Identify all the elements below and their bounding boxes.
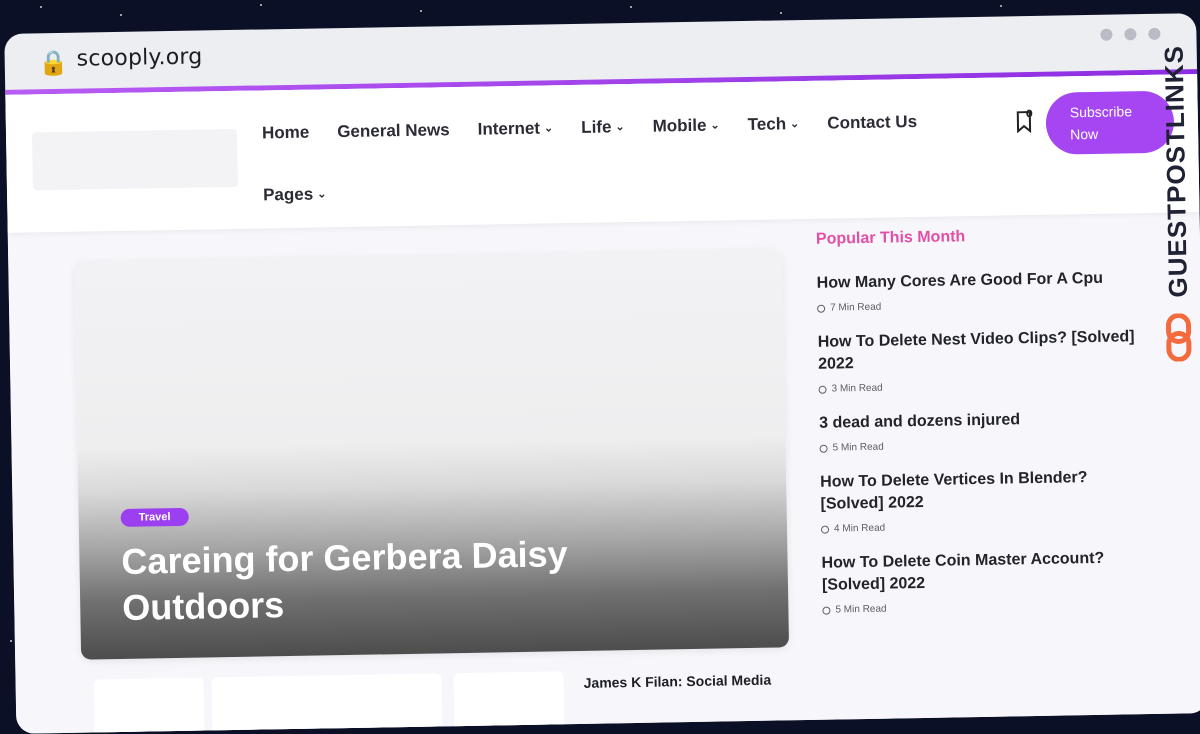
list-item[interactable]: How Many Cores Are Good For A Cpu 7 Min … [817,267,1148,314]
list-item[interactable]: How To Delete Nest Video Clips? [Solved]… [818,326,1149,395]
nav-item-tech[interactable]: Tech ⌄ [748,114,800,135]
read-time: 3 Min Read [818,378,1148,395]
subscribe-button[interactable]: Subscribe Now [1045,90,1175,155]
site-header: Home General News Internet ⌄ Life ⌄ Mobile… [5,74,1200,233]
featured-post[interactable]: Travel Careing for Gerbera Daisy Outdoor… [74,249,790,660]
clock-icon [822,606,831,615]
lock-icon: 🔒 [38,48,69,78]
popular-post-title[interactable]: How To Delete Vertices In Blender? [Solv… [820,466,1151,516]
guestpostlinks-watermark: GUESTPOSTLINKS [1159,45,1194,367]
window-dot-icon[interactable] [1148,27,1161,40]
read-time: 7 Min Read [817,297,1147,314]
popular-post-title[interactable]: 3 dead and dozens injured [819,407,1149,435]
subscribe-label-line1: Subscribe [1069,103,1133,121]
browser-window: 🔒 scooply.org Home General News Internet… [0,0,1200,734]
nav-item-pages[interactable]: Pages ⌄ [263,184,327,205]
window-dot-icon[interactable] [1124,28,1137,41]
chevron-down-icon: ⌄ [790,118,800,131]
card-thumbnail[interactable] [93,677,205,734]
clock-icon [819,444,828,453]
popular-post-title[interactable]: How To Delete Coin Master Account? [Solv… [821,547,1152,597]
main-navigation: Home General News Internet ⌄ Life ⌄ Mobile… [261,90,993,227]
category-tag[interactable]: Travel [120,507,189,527]
web-page: Home General News Internet ⌄ Life ⌄ Mobile… [5,74,1200,734]
nav-item-home[interactable]: Home [262,123,310,144]
list-item[interactable]: How To Delete Coin Master Account? [Solv… [821,547,1152,616]
subscribe-label-line2: Now [1070,125,1099,143]
featured-post-title[interactable]: Careing for Gerbera Daisy Outdoors [121,529,683,631]
card-title[interactable]: James K Filan: Social Media [584,672,772,691]
chevron-down-icon: ⌄ [710,119,720,132]
read-time: 5 Min Read [819,437,1150,454]
nav-item-contact-us[interactable]: Contact Us [827,112,917,134]
window-dot-icon[interactable] [1100,28,1113,41]
card-thumbnail[interactable] [453,671,565,734]
chain-link-icon [1166,313,1192,362]
chevron-down-icon: ⌄ [615,121,625,134]
window-controls [1100,27,1161,41]
chevron-down-icon: ⌄ [543,122,554,135]
read-time: 5 Min Read [822,599,1152,616]
sidebar-heading: Popular This Month [815,228,966,248]
url-text[interactable]: scooply.org [76,44,202,71]
list-item[interactable]: How To Delete Vertices In Blender? [Solv… [820,466,1151,535]
site-logo[interactable] [31,128,238,191]
popular-post-title[interactable]: How To Delete Nest Video Clips? [Solved]… [818,326,1149,376]
clock-icon [817,304,826,313]
watermark-text: GUESTPOSTLINKS [1158,44,1194,298]
clock-icon [818,385,827,394]
clock-icon [820,525,830,534]
bookmark-button[interactable]: 0 [1016,108,1038,135]
browser-frame: 🔒 scooply.org Home General News Internet… [4,13,1200,734]
chevron-down-icon: ⌄ [317,188,327,201]
read-time: 4 Min Read [820,518,1151,535]
popular-post-title[interactable]: How Many Cores Are Good For A Cpu [817,267,1147,295]
nav-item-internet[interactable]: Internet ⌄ [477,118,553,139]
popular-sidebar: Popular This Month How Many Cores Are Go… [816,225,1153,634]
nav-row-secondary: Pages ⌄ [263,152,994,227]
nav-item-life[interactable]: Life ⌄ [581,117,625,138]
bookmark-count: 0 [1025,108,1033,121]
list-item[interactable]: 3 dead and dozens injured 5 Min Read [819,407,1150,454]
nav-item-general-news[interactable]: General News [337,120,450,142]
nav-item-mobile[interactable]: Mobile ⌄ [652,115,719,136]
post-cards-row: James K Filan: Social Media [93,667,795,734]
card-content[interactable] [211,673,443,734]
